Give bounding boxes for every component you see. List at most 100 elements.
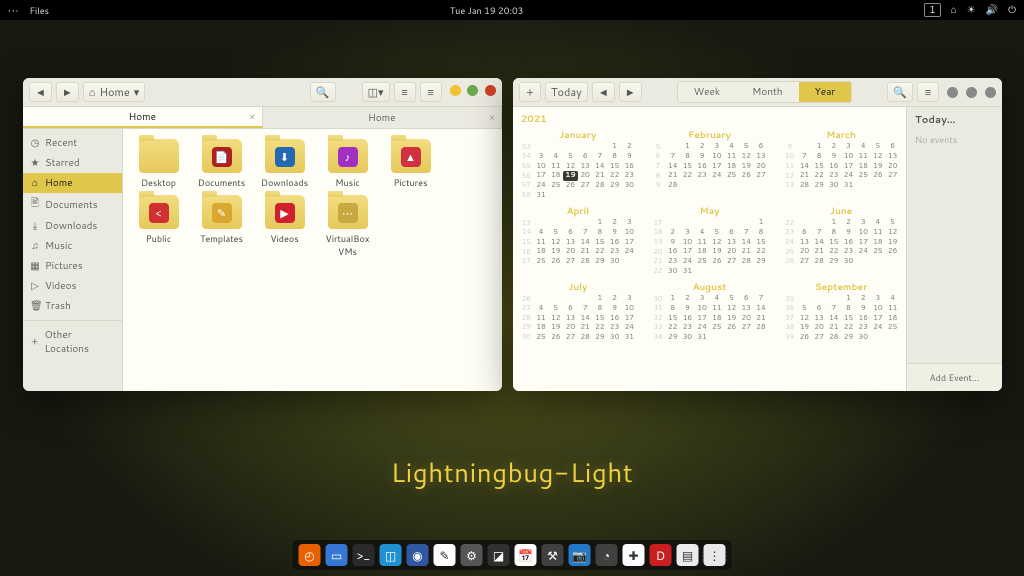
folder-music[interactable]: ♪Music: [316, 139, 379, 189]
home-icon: ⌂: [89, 84, 96, 100]
month-name: July: [519, 278, 637, 294]
minimize-button[interactable]: [450, 85, 461, 96]
menu-button[interactable]: ≡: [917, 82, 939, 102]
folder-videos[interactable]: ▶Videos: [253, 195, 316, 258]
sidebar-item-icon: ★: [30, 156, 40, 170]
dock-app-6[interactable]: ⚙: [461, 544, 483, 566]
month-february[interactable]: February51234566789101112137141516171819…: [651, 126, 769, 200]
sidebar-item-home[interactable]: ⌂Home: [23, 173, 122, 193]
sidebar-item-trash[interactable]: 🗑Trash: [23, 296, 122, 316]
next-button[interactable]: ►: [619, 82, 642, 102]
month-september[interactable]: September3512343656789101137121314151617…: [782, 278, 900, 342]
month-march[interactable]: March91234561078910111213111415161718192…: [782, 126, 900, 200]
sidebar-item-downloads[interactable]: ⤓Downloads: [23, 216, 122, 236]
folder-icon: ⋯: [328, 195, 368, 229]
search-button[interactable]: 🔍: [310, 82, 336, 102]
month-april[interactable]: April13123144567891015111213141516171618…: [519, 202, 637, 276]
volume-icon[interactable]: 🔊: [986, 3, 998, 17]
path-bar[interactable]: ⌂ Home ▾: [83, 82, 146, 102]
sidebar-item-starred[interactable]: ★Starred: [23, 153, 122, 173]
folder-desktop[interactable]: Desktop: [127, 139, 190, 189]
sidebar-item-pictures[interactable]: ▦Pictures: [23, 256, 122, 276]
folder-icon: [139, 139, 179, 173]
add-event-button[interactable]: Add Event…: [907, 363, 1002, 391]
folder-label: Desktop: [127, 176, 190, 189]
folder-icon: ⬇: [265, 139, 305, 173]
brightness-icon[interactable]: ☀: [967, 3, 976, 17]
dock-app-8[interactable]: 📅: [515, 544, 537, 566]
month-june[interactable]: June221234523678910111224131415161718192…: [782, 202, 900, 276]
month-january[interactable]: January531254345678955101112131415165617…: [519, 126, 637, 200]
sidebar-item-videos[interactable]: ▷Videos: [23, 276, 122, 296]
tab[interactable]: Home×: [263, 107, 503, 128]
dock-app-9[interactable]: ⚒: [542, 544, 564, 566]
files-content[interactable]: Desktop📄Documents⬇Downloads♪Music▲Pictur…: [123, 129, 502, 391]
dock-app-4[interactable]: ◉: [407, 544, 429, 566]
clock[interactable]: Tue Jan 19 20:03: [450, 4, 524, 17]
close-icon[interactable]: ×: [489, 111, 495, 125]
folder-emblem-icon: ⋯: [338, 203, 358, 223]
folder-documents[interactable]: 📄Documents: [190, 139, 253, 189]
folder-templates[interactable]: ✎Templates: [190, 195, 253, 258]
folder-pictures[interactable]: ▲Pictures: [379, 139, 442, 189]
sidebar-item-music[interactable]: ♫Music: [23, 236, 122, 256]
view-month[interactable]: Month: [736, 82, 798, 102]
window-controls: [446, 85, 496, 100]
workspace-indicator[interactable]: 1: [924, 3, 940, 17]
folder-label: VirtualBox VMs: [316, 232, 379, 258]
sidebar-item-icon: 🗑: [30, 299, 40, 313]
menu-button[interactable]: ≡: [420, 82, 442, 102]
forward-button[interactable]: ►: [56, 82, 79, 102]
dock-app-14[interactable]: ▤: [677, 544, 699, 566]
month-august[interactable]: August3012345673189101112131432151617181…: [651, 278, 769, 342]
close-icon[interactable]: ×: [249, 110, 255, 124]
sidebar-item-icon: ♫: [30, 239, 40, 253]
dock-app-11[interactable]: ◔: [596, 544, 618, 566]
view-year[interactable]: Year: [799, 82, 852, 102]
sidebar-item-icon: ◷: [30, 136, 40, 150]
dock-app-2[interactable]: >_: [353, 544, 375, 566]
dock-app-12[interactable]: ✚: [623, 544, 645, 566]
zoom-button[interactable]: ◫▾: [362, 82, 390, 102]
maximize-button[interactable]: [966, 87, 977, 98]
dock-app-5[interactable]: ✎: [434, 544, 456, 566]
app-name[interactable]: Files: [29, 4, 49, 17]
folder-virtualbox-vms[interactable]: ⋯ VirtualBox VMs: [316, 195, 379, 258]
prev-button[interactable]: ◄: [592, 82, 615, 102]
new-event-button[interactable]: +: [519, 82, 541, 102]
sidebar-item-recent[interactable]: ◷Recent: [23, 133, 122, 153]
dock-app-7[interactable]: ◪: [488, 544, 510, 566]
folder-icon: ▲: [391, 139, 431, 173]
close-button[interactable]: [985, 87, 996, 98]
year-label: 2021: [519, 111, 900, 126]
dock-app-1[interactable]: ▭: [326, 544, 348, 566]
month-may[interactable]: May1711823456781991011121314152016171819…: [651, 202, 769, 276]
sidebar-item-documents[interactable]: 🖹Documents: [23, 193, 122, 216]
month-name: June: [782, 202, 900, 218]
back-button[interactable]: ◄: [29, 82, 52, 102]
dock-app-15[interactable]: ⋮⋮⋮: [704, 544, 726, 566]
folder-icon: 📄: [202, 139, 242, 173]
dock-app-3[interactable]: ◫: [380, 544, 402, 566]
activities-button[interactable]: •••: [8, 4, 19, 17]
today-button[interactable]: Today: [545, 82, 588, 102]
folder-downloads[interactable]: ⬇Downloads: [253, 139, 316, 189]
sidebar-item-icon: ▷: [30, 279, 40, 293]
power-icon[interactable]: ⏻: [1008, 3, 1016, 17]
close-button[interactable]: [485, 85, 496, 96]
home-icon[interactable]: ⌂: [951, 3, 957, 17]
search-button[interactable]: 🔍: [887, 82, 913, 102]
dock-app-0[interactable]: ◴: [299, 544, 321, 566]
calendar-year-view[interactable]: 2021 January5312543456789551011121314151…: [513, 107, 906, 391]
tab[interactable]: Home×: [23, 107, 263, 128]
dock-app-13[interactable]: D: [650, 544, 672, 566]
sidebar-item-label: Other Locations: [44, 328, 115, 356]
maximize-button[interactable]: [467, 85, 478, 96]
month-july[interactable]: July261232745678910281112131415161729181…: [519, 278, 637, 342]
list-view-button[interactable]: ≡: [394, 82, 416, 102]
minimize-button[interactable]: [947, 87, 958, 98]
sidebar-item-other-locations[interactable]: + Other Locations: [23, 325, 122, 359]
folder-public[interactable]: <Public: [127, 195, 190, 258]
view-week[interactable]: Week: [678, 82, 737, 102]
dock-app-10[interactable]: 📷: [569, 544, 591, 566]
